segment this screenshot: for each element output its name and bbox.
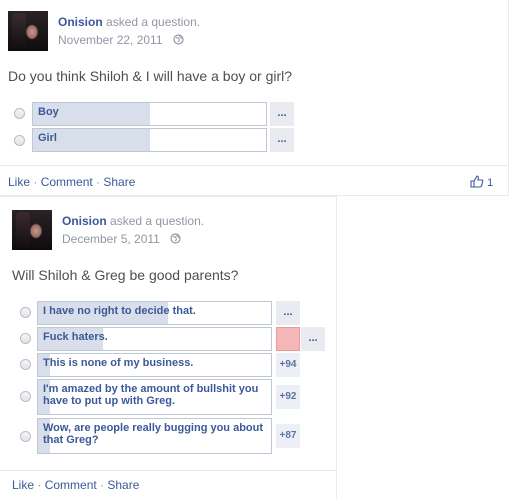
like-count[interactable]: 1 [470, 175, 493, 189]
radio-button[interactable] [20, 359, 31, 370]
post-date: December 5, 2011 [62, 232, 181, 247]
thumbs-up-icon [470, 175, 487, 189]
poll-option-bar[interactable]: Wow, are people really bugging you about… [37, 418, 272, 454]
more-voters-button[interactable]: ... [270, 128, 294, 152]
divider [0, 165, 509, 166]
radio-button[interactable] [20, 307, 31, 318]
author-link[interactable]: Onision [58, 15, 103, 29]
like-link[interactable]: Like [12, 478, 34, 492]
separator: · [96, 478, 108, 492]
like-count-value: 1 [487, 177, 494, 189]
poll-option-bar[interactable]: Girl [32, 128, 267, 152]
vote-count-button[interactable]: +92 [276, 385, 300, 409]
post-actions: Like · Comment · Share [12, 478, 139, 492]
separator: · [34, 478, 45, 492]
question-post-1: Onision asked a question. November 22, 2… [0, 0, 509, 196]
avatar[interactable] [8, 11, 48, 51]
like-link[interactable]: Like [8, 175, 30, 189]
separator: · [30, 175, 41, 189]
vote-count-button[interactable]: +94 [276, 353, 300, 377]
more-voters-button[interactable]: ... [301, 327, 325, 351]
comment-link[interactable]: Comment [45, 478, 97, 492]
radio-button[interactable] [14, 135, 25, 146]
poll-option-bar[interactable]: Fuck haters. [37, 327, 272, 351]
poll-option-bar[interactable]: This is none of my business. [37, 353, 272, 377]
poll-option-bar[interactable]: I have no right to decide that. [37, 301, 272, 325]
share-link[interactable]: Share [103, 175, 135, 189]
post-actions: Like · Comment · Share [8, 175, 135, 189]
timestamp-link[interactable]: November 22, 2011 [58, 33, 163, 47]
question-text: Will Shiloh & Greg be good parents? [12, 267, 239, 283]
poll-option-label: Fuck haters. [43, 331, 108, 343]
more-voters-button[interactable]: ... [270, 102, 294, 126]
radio-button[interactable] [20, 333, 31, 344]
post-date: November 22, 2011 [58, 33, 184, 48]
globe-icon[interactable] [173, 34, 184, 48]
radio-button[interactable] [20, 431, 31, 442]
poll-option-label: I'm amazed by the amount of bullshit you… [43, 383, 259, 407]
radio-button[interactable] [20, 391, 31, 402]
poll-option-bar[interactable]: I'm amazed by the amount of bullshit you… [37, 379, 272, 415]
post-action-text: asked a question. [106, 15, 201, 29]
question-text: Do you think Shiloh & I will have a boy … [8, 68, 293, 84]
avatar[interactable] [12, 210, 52, 250]
poll-option-label: I have no right to decide that. [43, 305, 196, 317]
poll-option-label: This is none of my business. [43, 357, 194, 369]
poll-option-bar[interactable]: Boy [32, 102, 267, 126]
question-post-2: Onision asked a question. December 5, 20… [0, 196, 337, 499]
radio-button[interactable] [14, 108, 25, 119]
globe-icon[interactable] [170, 233, 181, 247]
more-voters-button[interactable]: ... [276, 301, 300, 325]
post-action-text: asked a question. [110, 214, 205, 228]
timestamp-link[interactable]: December 5, 2011 [62, 232, 160, 246]
poll-option-label: Girl [38, 132, 57, 144]
separator: · [92, 175, 104, 189]
poll-option-label: Boy [38, 106, 59, 118]
post-header: Onision asked a question. [62, 214, 204, 228]
author-link[interactable]: Onision [62, 214, 107, 228]
voter-avatar[interactable] [276, 327, 300, 351]
vote-count-button[interactable]: +87 [276, 424, 300, 448]
divider [0, 470, 337, 471]
comment-link[interactable]: Comment [41, 175, 93, 189]
share-link[interactable]: Share [107, 478, 139, 492]
post-header: Onision asked a question. [58, 15, 200, 29]
poll-option-label: Wow, are people really bugging you about… [43, 422, 264, 446]
